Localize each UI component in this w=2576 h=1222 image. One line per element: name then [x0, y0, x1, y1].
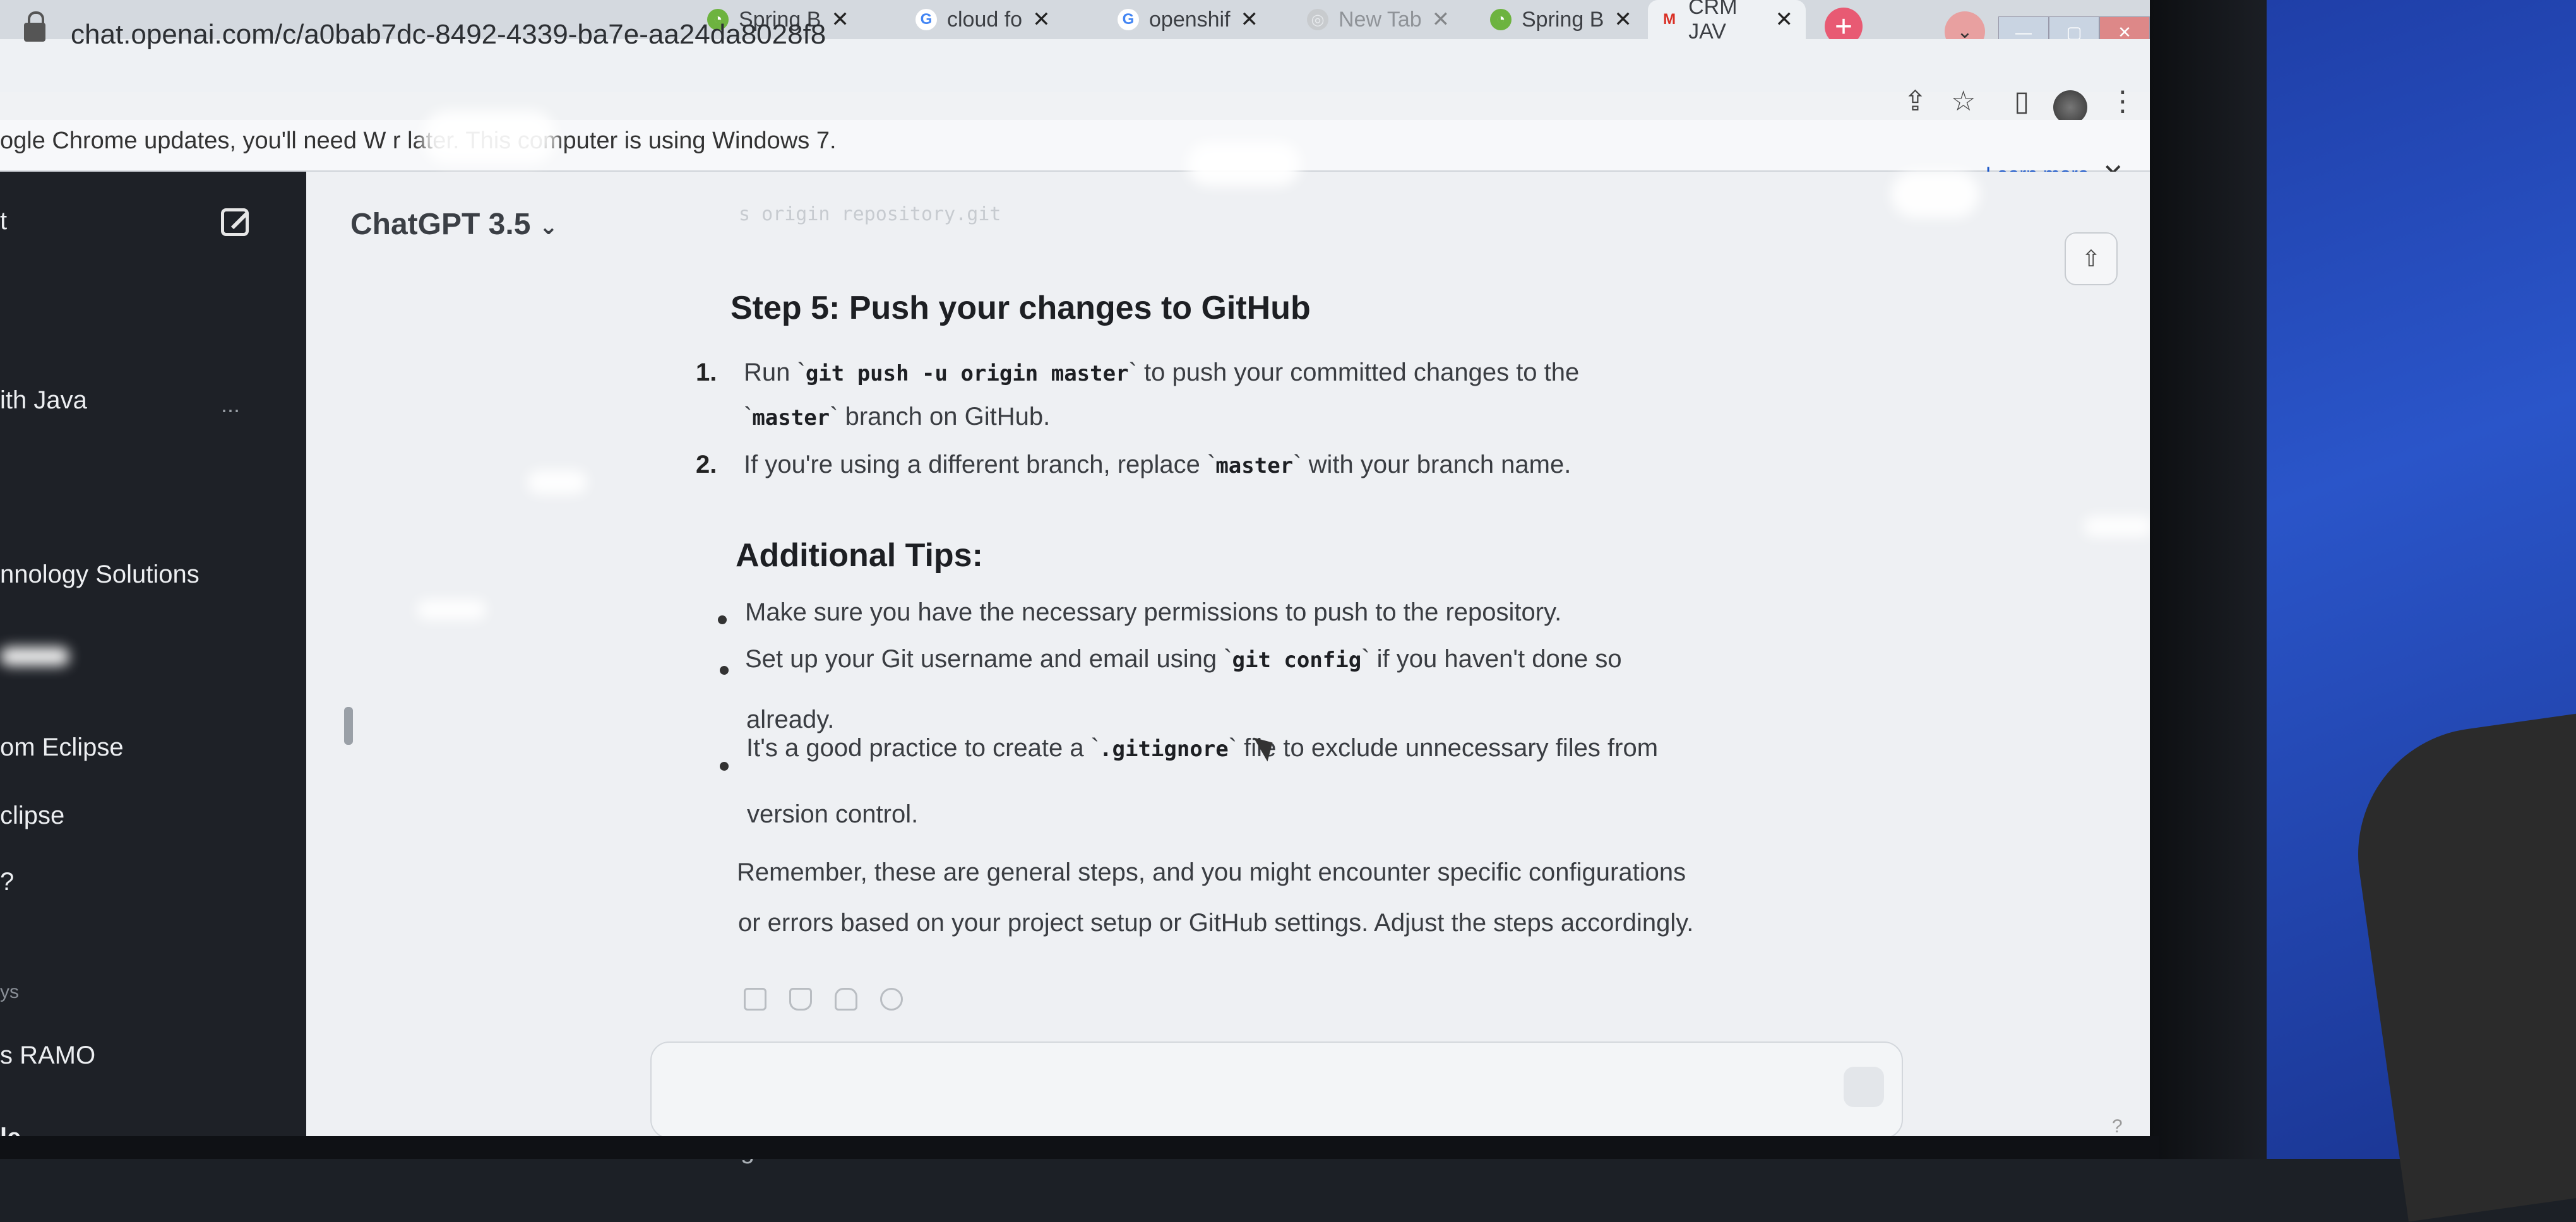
sidebar-item-solutions[interactable]: nnology Solutions: [0, 561, 200, 589]
chevron-down-icon: ⌄: [539, 213, 558, 239]
tab-label: CRM JAV: [1688, 0, 1738, 44]
bookmark-star-icon[interactable]: ☆: [1951, 85, 1976, 117]
browser-window: ◔ Spring B ✕ G cloud fo ✕ G openshif ✕ ◎…: [0, 0, 2153, 1164]
screen-glare: [2084, 516, 2153, 537]
text-span: ` file to exclude unnecessary files from: [1228, 734, 1659, 762]
gmail-icon: M: [1663, 11, 1676, 28]
sidebar-scrollbar[interactable]: [344, 707, 353, 745]
list-item: Run `git push -u origin master` to push …: [744, 359, 1579, 387]
bullet-icon: [718, 615, 727, 624]
screen-glare: [527, 470, 587, 494]
google-icon: G: [1118, 9, 1139, 30]
closing-line-2: or errors based on your project setup or…: [738, 909, 1694, 937]
list-item: If you're using a different branch, repl…: [744, 451, 1571, 479]
scrolled-code-fragment: s origin repository.git: [739, 203, 1001, 225]
tab-openshift[interactable]: G openshif ✕: [1105, 0, 1294, 39]
tab-newtab[interactable]: ◎ New Tab ✕: [1294, 0, 1484, 39]
screen-glare: [417, 600, 486, 620]
text-span: Run `: [744, 359, 806, 386]
sidebar-item-java[interactable]: ith Java: [0, 386, 87, 415]
screen-glare: [0, 647, 69, 666]
text-span: version control.: [747, 800, 919, 828]
model-name: ChatGPT 3.5: [350, 208, 531, 241]
inline-code: git push -u origin master: [805, 361, 1129, 386]
bullet-icon: [720, 762, 729, 771]
tab-spring-2[interactable]: ◔ Spring B ✕: [1477, 0, 1648, 39]
sidebar-section-label: ys: [0, 982, 19, 1002]
more-options-icon[interactable]: ...: [221, 391, 240, 418]
newtab-icon: ◎: [1307, 9, 1328, 30]
sidebar-item-eclipse-1[interactable]: om Eclipse: [0, 733, 124, 762]
message-composer[interactable]: [650, 1041, 1903, 1139]
inline-code: master: [752, 405, 830, 430]
infobar-message: ogle Chrome updates, you'll need W r lat…: [0, 128, 837, 154]
tab-crm[interactable]: M CRM JAV ✕: [1648, 0, 1806, 44]
closing-line-1: Remember, these are general steps, and y…: [737, 858, 1686, 886]
lock-icon[interactable]: [24, 11, 45, 42]
help-button[interactable]: ?: [2112, 1116, 2123, 1137]
text-span: If you're using a different branch, repl…: [744, 451, 1216, 478]
new-chat-icon[interactable]: [221, 208, 249, 236]
list-item: Make sure you have the necessary permiss…: [745, 598, 1561, 627]
tab-cloud[interactable]: G cloud fo ✕: [903, 0, 1092, 39]
text-span: already.: [746, 706, 835, 733]
sidebar-item-eclipse-2[interactable]: clipse: [0, 802, 64, 830]
tab-label: openshif: [1149, 7, 1231, 32]
close-icon[interactable]: ✕: [1432, 7, 1450, 32]
close-icon[interactable]: ✕: [831, 7, 849, 32]
list-item-continued: version control.: [747, 800, 918, 829]
kebab-menu-icon[interactable]: ⋮: [2109, 85, 2137, 117]
tab-label: Spring B: [1522, 7, 1604, 32]
regenerate-icon[interactable]: [880, 988, 903, 1011]
bullet-icon: [720, 666, 729, 675]
screen-glare: [423, 110, 556, 164]
list-number: 2.: [696, 451, 717, 478]
monitor-bezel-bottom: [0, 1136, 2159, 1159]
list-item-continued: `master` branch on GitHub.: [744, 403, 1050, 431]
text-span: Set up your Git username and email using…: [745, 645, 1232, 673]
copy-icon[interactable]: [744, 988, 766, 1011]
inline-code: master: [1215, 453, 1294, 478]
model-selector[interactable]: ChatGPT 3.5 ⌄: [350, 207, 558, 242]
avatar[interactable]: [2053, 90, 2087, 124]
thumbs-down-icon[interactable]: [835, 988, 857, 1011]
tips-heading: Additional Tips:: [736, 537, 983, 574]
close-icon[interactable]: ✕: [1032, 7, 1051, 32]
list-item: It's a good practice to create a `.gitig…: [746, 734, 1658, 762]
text-span: ` to push your committed changes to the: [1128, 359, 1580, 386]
tab-label: cloud fo: [947, 7, 1023, 32]
close-icon[interactable]: ✕: [1614, 7, 1632, 32]
list-number: 1.: [696, 359, 717, 386]
share-page-icon[interactable]: ⇪: [1904, 85, 1927, 117]
spring-icon: ◔: [1490, 9, 1512, 30]
inline-code: .gitignore: [1099, 737, 1229, 762]
list-item-continued: already.: [746, 706, 834, 734]
text-span: Make sure you have the necessary permiss…: [745, 598, 1562, 626]
sidebar-item-question[interactable]: ?: [0, 868, 14, 896]
side-panel-icon[interactable]: ▯: [2014, 85, 2029, 117]
close-icon[interactable]: ✕: [1241, 7, 1259, 32]
google-icon: G: [915, 9, 937, 30]
tab-label: New Tab: [1339, 7, 1422, 32]
screen-glare: [1891, 170, 1979, 218]
inline-code: git config: [1232, 648, 1362, 673]
screen-glare: [1187, 142, 1301, 186]
sidebar-item-0[interactable]: t: [0, 207, 7, 235]
sidebar-item-ramo[interactable]: s RAMO: [0, 1041, 95, 1070]
step5-heading: Step 5: Push your changes to GitHub: [730, 290, 1311, 326]
send-button[interactable]: [1844, 1067, 1884, 1107]
thumbs-up-icon[interactable]: [789, 988, 812, 1011]
url-text[interactable]: chat.openai.com/c/a0bab7dc-8492-4339-ba7…: [71, 19, 826, 50]
text-span: `: [744, 403, 753, 430]
text-span: ` with your branch name.: [1293, 451, 1571, 478]
text-span: ` if you haven't done so: [1361, 645, 1622, 673]
text-span: ` branch on GitHub.: [830, 403, 1051, 430]
text-span: It's a good practice to create a `: [746, 734, 1100, 762]
close-icon[interactable]: ✕: [1775, 7, 1794, 32]
share-chat-button[interactable]: ⇧: [2065, 232, 2118, 285]
list-item: Set up your Git username and email using…: [745, 645, 1622, 673]
